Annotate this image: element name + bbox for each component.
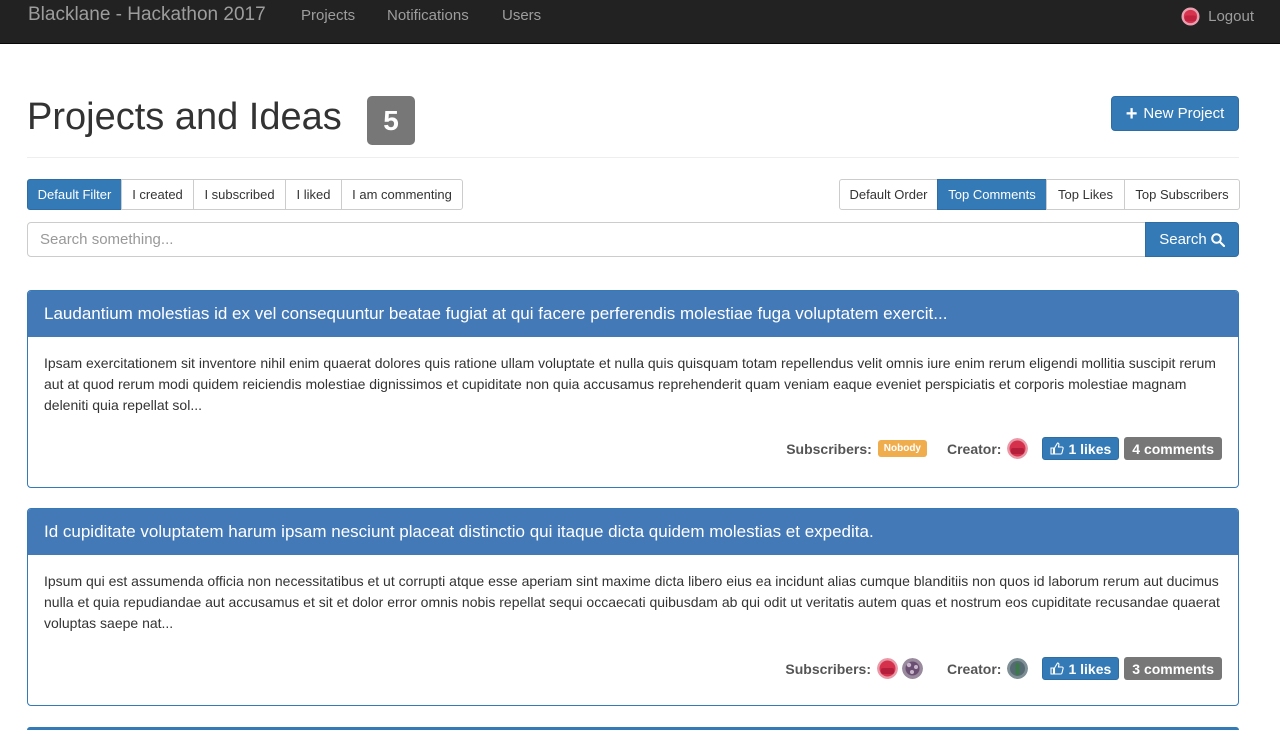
order-top-subscribers-button[interactable]: Top Subscribers	[1124, 179, 1240, 210]
filter-button-group: Default Filter I created I subscribed I …	[27, 179, 463, 210]
project-meta: Subscribers: Creator: 1 likes 3 comments	[785, 657, 1222, 680]
no-subscribers-badge: Nobody	[877, 440, 927, 457]
search-icon	[1210, 232, 1225, 247]
creator-label: Creator:	[947, 660, 1002, 677]
project-meta: Subscribers: Nobody Creator: 1 likes 4 c…	[786, 437, 1222, 460]
comments-badge[interactable]: 3 comments	[1124, 657, 1222, 680]
project-description: Ipsum qui est assumenda officia non nece…	[44, 573, 1220, 631]
likes-count: 1 likes	[1068, 440, 1112, 457]
order-default-button[interactable]: Default Order	[839, 179, 938, 210]
subscriber-avatar-icon[interactable]	[902, 658, 923, 679]
new-project-button[interactable]: + New Project	[1111, 96, 1239, 131]
like-button[interactable]: 1 likes	[1042, 657, 1120, 680]
project-title[interactable]: Laudantium molestias id ex vel consequun…	[28, 291, 1238, 337]
project-description: Ipsam exercitationem sit inventore nihil…	[44, 355, 1216, 413]
search-button-label: Search	[1159, 231, 1207, 248]
subscriber-avatar-icon[interactable]	[877, 658, 898, 679]
project-card: Laudantium molestias id ex vel consequun…	[27, 290, 1239, 488]
new-project-label: New Project	[1143, 105, 1225, 122]
logout-label: Logout	[1208, 7, 1254, 25]
thumbs-up-icon	[1050, 662, 1065, 675]
project-title[interactable]: Id cupiditate voluptatem harum ipsam nes…	[28, 509, 1238, 555]
filter-default-button[interactable]: Default Filter	[27, 179, 122, 210]
page-title: Projects and Ideas	[27, 96, 342, 138]
filter-created-button[interactable]: I created	[121, 179, 194, 210]
logout-link[interactable]: Logout	[1181, 7, 1254, 26]
subscribers-label: Subscribers:	[785, 660, 871, 677]
subscribers-label: Subscribers:	[786, 440, 872, 457]
header-divider	[27, 157, 1239, 158]
nav-users[interactable]: Users	[502, 7, 541, 25]
user-avatar-icon	[1181, 7, 1200, 26]
navbar: Blacklane - Hackathon 2017 Projects Noti…	[0, 0, 1280, 44]
comments-badge[interactable]: 4 comments	[1124, 437, 1222, 460]
creator-avatar-icon[interactable]	[1007, 658, 1029, 679]
likes-count: 1 likes	[1068, 660, 1112, 677]
search-input[interactable]	[27, 222, 1146, 257]
filter-liked-button[interactable]: I liked	[285, 179, 342, 210]
order-top-likes-button[interactable]: Top Likes	[1046, 179, 1125, 210]
creator-avatar-icon[interactable]	[1007, 438, 1029, 459]
filter-subscribed-button[interactable]: I subscribed	[193, 179, 286, 210]
creator-label: Creator:	[947, 440, 1002, 457]
nav-notifications[interactable]: Notifications	[387, 7, 469, 25]
order-button-group: Default Order Top Comments Top Likes Top…	[839, 179, 1240, 210]
plus-icon: +	[1125, 102, 1138, 125]
like-button[interactable]: 1 likes	[1042, 437, 1120, 460]
brand-link[interactable]: Blacklane - Hackathon 2017	[28, 4, 266, 26]
order-top-comments-button[interactable]: Top Comments	[937, 179, 1047, 210]
project-count-badge: 5	[367, 96, 415, 145]
thumbs-up-icon	[1050, 442, 1065, 455]
search-button[interactable]: Search	[1145, 222, 1239, 257]
nav-projects[interactable]: Projects	[301, 7, 355, 25]
filter-commenting-button[interactable]: I am commenting	[341, 179, 463, 210]
project-card: Id cupiditate voluptatem harum ipsam nes…	[27, 508, 1239, 706]
